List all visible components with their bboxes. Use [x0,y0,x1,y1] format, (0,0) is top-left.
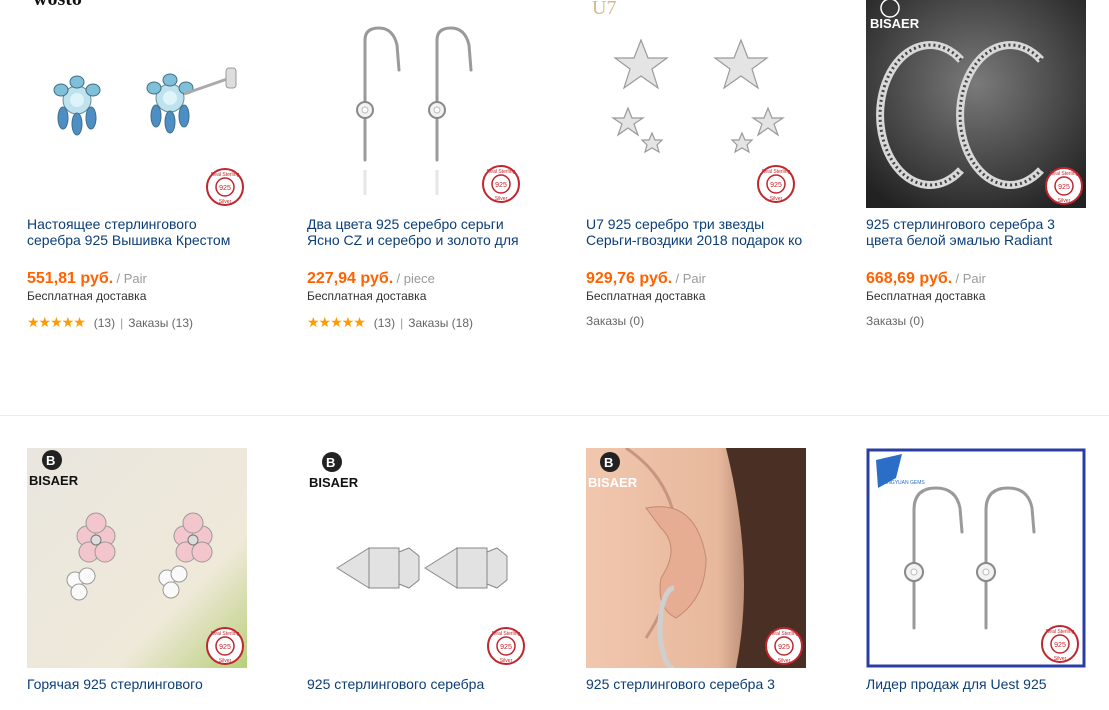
orders-count[interactable]: Заказы (13) [128,316,193,330]
svg-text:Real Sterling: Real Sterling [211,631,240,637]
svg-text:925: 925 [500,644,512,651]
svg-text:B: B [326,455,335,470]
svg-text:Real Sterling: Real Sterling [1050,171,1079,177]
sterling-seal: 925 Real Sterling Silver [487,627,525,665]
rating-orders: ★★★★★ (13) | Заказы (18) [307,314,473,331]
svg-text:Silver: Silver [500,658,513,664]
row-divider [0,415,1109,416]
svg-text:Silver: Silver [1058,198,1071,204]
svg-text:B: B [604,455,613,470]
shipping-label: Бесплатная доставка [27,289,147,303]
svg-text:Silver: Silver [219,658,232,664]
product-title-link[interactable]: Настоящее стерлингового серебра 925 Выши… [27,216,247,250]
price-line: 929,76 руб. / Pair [586,270,706,288]
sterling-seal: 925 Real Sterling Silver [1045,167,1083,205]
product-title-link[interactable]: 925 стерлингового серебра 3 [586,676,806,710]
price-unit: / Pair [116,271,147,286]
svg-text:Real Sterling: Real Sterling [770,631,799,637]
orders-count[interactable]: Заказы (0) [586,314,644,328]
sterling-seal: 925 Real Sterling Silver [206,168,244,206]
rating-orders: Заказы (0) [866,314,924,328]
product-image[interactable]: B BISAER 925 Real Sterling Silver [307,448,527,668]
svg-text:Real Sterling: Real Sterling [211,172,240,178]
brand-logo: BISAER [870,16,920,31]
sterling-seal: 925 Real Sterling Silver [757,165,795,203]
svg-text:925: 925 [778,644,790,651]
review-count[interactable]: (13) [94,316,115,330]
price-unit: / Pair [955,271,986,286]
shipping-label: Бесплатная доставка [307,289,427,303]
shipping-label: Бесплатная доставка [586,289,706,303]
svg-text:925: 925 [770,182,782,189]
orders-count[interactable]: Заказы (18) [408,316,473,330]
brand-logo: U7 [592,0,616,19]
product-title-link[interactable]: 925 стерлингового серебра [307,676,527,710]
product-title-link[interactable]: 925 стерлингового серебра 3 цвета белой … [866,216,1086,250]
product-title-link[interactable]: U7 925 серебро три звезды Серьги-гвоздик… [586,216,806,250]
rating-orders: Заказы (0) [586,314,644,328]
product-image[interactable]: U7 925 Real Sterling Silver [586,0,806,208]
brand-logo: wosto [33,0,82,10]
shipping-label: Бесплатная доставка [866,289,986,303]
svg-text:Real Sterling: Real Sterling [492,631,521,637]
meta-separator: | [400,315,404,330]
product-image[interactable]: B BISAER 925 Real Sterling Silver [586,448,806,668]
orders-count[interactable]: Заказы (0) [866,314,924,328]
price-line: 668,69 руб. / Pair [866,270,986,288]
svg-text:925: 925 [495,182,507,189]
svg-text:925: 925 [1058,184,1070,191]
product-price: 227,94 руб. [307,270,394,287]
svg-text:Silver: Silver [770,196,783,202]
review-count[interactable]: (13) [374,316,395,330]
svg-text:Silver: Silver [778,658,791,664]
svg-text:925: 925 [219,185,231,192]
svg-text:Real Sterling: Real Sterling [762,169,791,175]
product-image[interactable]: BISAER 925 Real Sterling Silver [866,0,1086,208]
product-price: 668,69 руб. [866,270,953,287]
svg-text:925: 925 [219,644,231,651]
rating-orders: ★★★★★ (13) | Заказы (13) [27,314,193,331]
product-price: 551,81 руб. [27,270,114,287]
product-title-link[interactable]: Два цвета 925 серебро серьги Ясно CZ и с… [307,216,527,250]
price-line: 227,94 руб. / piece [307,270,435,288]
product-image[interactable]: B BISAER 925 Real Sterling Silver [27,448,247,668]
svg-text:925: 925 [1054,642,1066,649]
sterling-seal: 925 Real Sterling Silver [482,165,520,203]
sterling-seal: 925 Real Sterling Silver [1041,625,1079,663]
product-price: 929,76 руб. [586,270,673,287]
sterling-seal: 925 Real Sterling Silver [206,627,244,665]
product-image[interactable]: JIANGYUAN GEMS 925 Real Sterling Silver [866,448,1086,668]
brand-logo: JIANGYUAN GEMS [880,480,925,486]
brand-logo: BISAER [309,475,359,490]
svg-text:Real Sterling: Real Sterling [1046,629,1075,635]
svg-text:Silver: Silver [495,196,508,202]
price-unit: / piece [396,271,435,286]
product-title-link[interactable]: Лидер продаж для Uest 925 [866,676,1086,710]
brand-logo: BISAER [29,473,79,488]
star-rating-icon[interactable]: ★★★★★ [307,314,366,331]
sterling-seal: 925 Real Sterling Silver [765,627,803,665]
brand-logo: BISAER [588,475,638,490]
product-title-link[interactable]: Горячая 925 стерлингового [27,676,247,710]
svg-text:B: B [46,453,55,468]
meta-separator: | [120,315,124,330]
product-image[interactable]: wosto [27,0,247,208]
price-unit: / Pair [675,271,706,286]
svg-text:Silver: Silver [1054,656,1067,662]
price-line: 551,81 руб. / Pair [27,270,147,288]
svg-text:Real Sterling: Real Sterling [487,169,516,175]
svg-text:Silver: Silver [219,199,232,205]
star-rating-icon[interactable]: ★★★★★ [27,314,86,331]
product-image[interactable]: 925 Real Sterling Silver [307,0,527,208]
